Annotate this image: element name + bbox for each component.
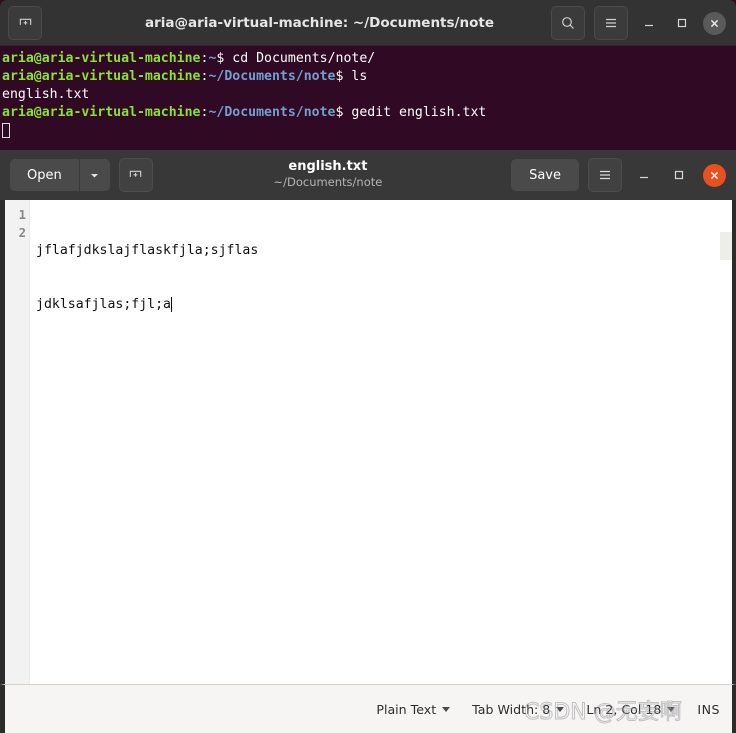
text-line: jflafjdkslajflaskfjla;sjflas: [36, 242, 732, 260]
gedit-document-path: ~/Documents/note: [273, 175, 383, 190]
minimize-icon: [637, 168, 651, 182]
line-number: 2: [18, 226, 26, 240]
tab-width-label: Tab Width: 8: [472, 701, 551, 717]
terminal-path: ~/Documents/note: [208, 105, 336, 120]
chevron-down-icon: [556, 706, 565, 712]
close-icon: [708, 17, 721, 30]
new-tab-icon: [128, 168, 143, 183]
hamburger-menu-icon: [597, 167, 613, 183]
gedit-header-left: Open: [10, 158, 153, 192]
gedit-text-content[interactable]: jflafjdkslajflaskfjla;sjflas jdklsafjlas…: [30, 200, 732, 684]
text-line-content: jdklsafjlas;fjl;a: [36, 297, 171, 312]
terminal-cursor: [2, 123, 10, 138]
terminal-titlebar: aria@aria-virtual-machine: ~/Documents/n…: [0, 0, 736, 46]
terminal-user-host: aria@aria-virtual-machine: [2, 105, 201, 120]
terminal-command: cd Documents/note/: [224, 51, 376, 66]
terminal-command: gedit english.txt: [343, 105, 487, 120]
language-label: Plain Text: [376, 701, 437, 717]
minimize-icon: [642, 16, 656, 30]
terminal-menu-button[interactable]: [594, 6, 628, 40]
open-button-group: Open: [10, 159, 110, 191]
gedit-window: Open english.txt ~/Documents/note Save 1…: [0, 150, 736, 733]
gedit-statusbar: Plain Text Tab Width: 8 Ln 2, Col 18 INS: [0, 684, 736, 733]
search-icon: [560, 15, 576, 31]
gedit-title-block: english.txt ~/Documents/note: [153, 159, 511, 190]
scrollbar[interactable]: [720, 232, 732, 260]
open-dropdown-button[interactable]: [79, 159, 110, 191]
cursor-position-selector[interactable]: Ln 2, Col 18: [586, 701, 676, 717]
gedit-minimize-button[interactable]: [631, 162, 657, 188]
terminal-line: [2, 122, 736, 140]
open-button[interactable]: Open: [10, 159, 80, 191]
text-line: jdklsafjlas;fjl;a: [36, 296, 732, 314]
insert-mode-label: INS: [697, 701, 720, 717]
terminal-output-text: english.txt: [2, 87, 90, 102]
terminal-user-host: aria@aria-virtual-machine: [2, 69, 201, 84]
terminal-title: aria@aria-virtual-machine: ~/Documents/n…: [145, 15, 494, 31]
language-selector[interactable]: Plain Text: [376, 701, 451, 717]
gedit-document-title: english.txt: [288, 159, 368, 175]
gedit-headerbar: Open english.txt ~/Documents/note Save: [0, 150, 736, 200]
gedit-maximize-button[interactable]: [666, 162, 692, 188]
gedit-header-right: Save: [511, 158, 726, 192]
insert-mode-indicator: INS: [697, 702, 720, 717]
terminal-command: ls: [343, 69, 368, 84]
terminal-minimize-button[interactable]: [637, 11, 661, 35]
text-line-content: jflafjdkslajflaskfjla;sjflas: [36, 243, 259, 258]
maximize-icon: [672, 168, 686, 182]
terminal-window-controls: [551, 6, 736, 40]
gedit-close-button[interactable]: [703, 163, 726, 187]
terminal-close-button[interactable]: [703, 11, 726, 35]
screen: aria@aria-virtual-machine: ~/Documents/n…: [0, 0, 736, 733]
terminal-user-host: aria@aria-virtual-machine: [2, 51, 201, 66]
terminal-window: aria@aria-virtual-machine: ~/Documents/n…: [0, 0, 736, 150]
line-number-gutter: 1 2: [5, 200, 30, 684]
chevron-down-icon: [89, 170, 100, 181]
gedit-menu-button[interactable]: [588, 158, 622, 192]
chevron-down-icon: [442, 706, 451, 712]
terminal-line: aria@aria-virtual-machine:~/Documents/no…: [2, 68, 736, 86]
terminal-line: english.txt: [2, 86, 736, 104]
close-icon: [708, 169, 721, 182]
tab-width-selector[interactable]: Tab Width: 8: [472, 701, 565, 717]
line-number: 1: [18, 208, 26, 222]
terminal-line: aria@aria-virtual-machine:~/Documents/no…: [2, 104, 736, 122]
terminal-output[interactable]: aria@aria-virtual-machine:~$ cd Document…: [0, 46, 736, 150]
chevron-down-icon: [667, 706, 676, 712]
new-tab-icon: [18, 16, 33, 31]
gedit-new-tab-button[interactable]: [118, 158, 153, 192]
hamburger-menu-icon: [603, 15, 619, 31]
gedit-editor-area[interactable]: 1 2 jflafjdkslajflaskfjla;sjflas jdklsaf…: [0, 200, 736, 684]
save-button[interactable]: Save: [511, 159, 579, 191]
terminal-line: aria@aria-virtual-machine:~$ cd Document…: [2, 50, 736, 68]
terminal-path: ~/Documents/note: [208, 69, 336, 84]
terminal-search-button[interactable]: [551, 6, 585, 40]
text-caret: [170, 297, 172, 312]
terminal-new-tab-button[interactable]: [8, 6, 42, 40]
maximize-icon: [675, 16, 689, 30]
terminal-maximize-button[interactable]: [670, 11, 694, 35]
cursor-position-label: Ln 2, Col 18: [586, 701, 662, 717]
